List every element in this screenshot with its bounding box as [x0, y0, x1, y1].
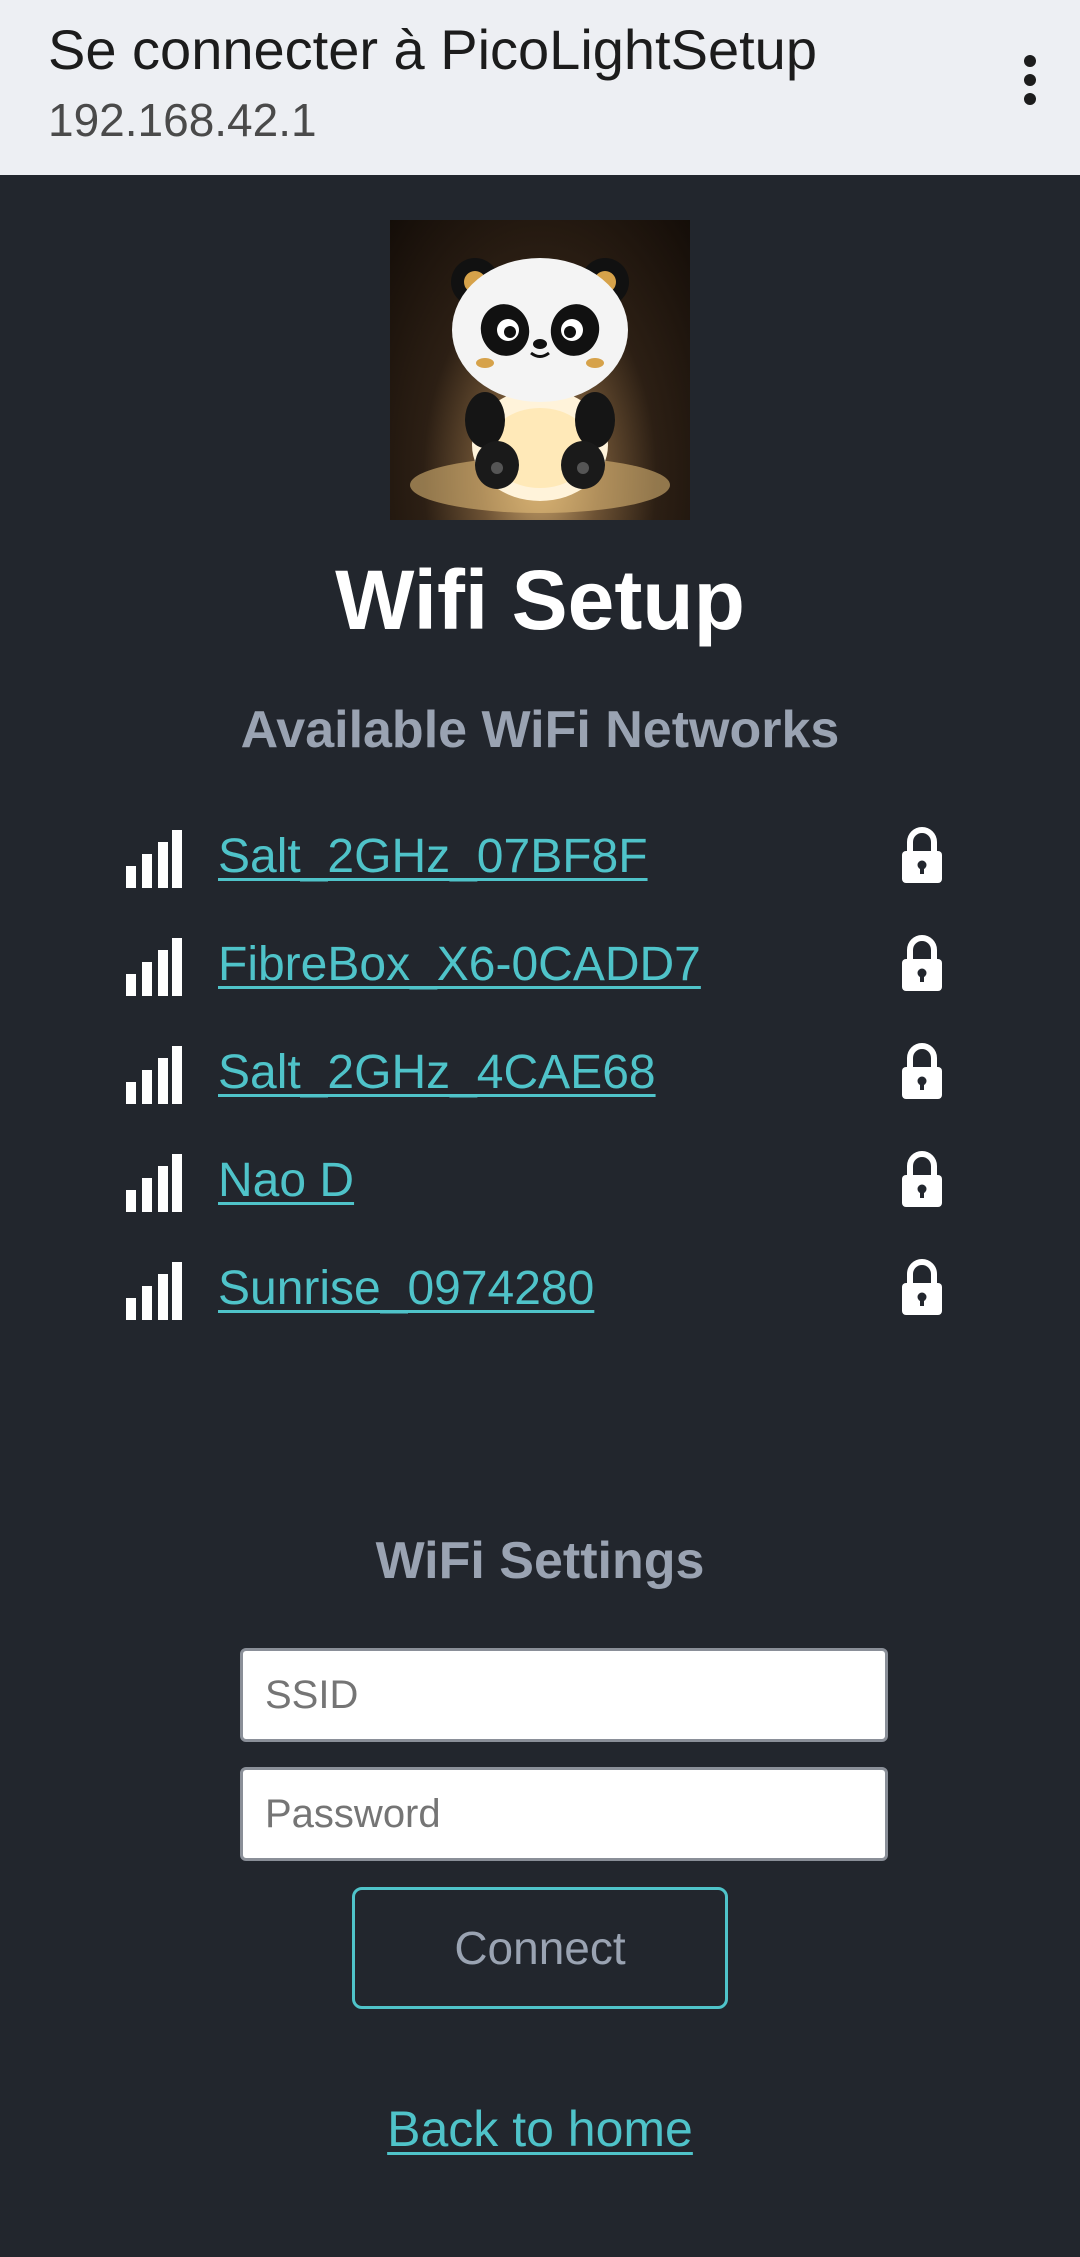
panda-lamp-logo — [390, 220, 690, 520]
network-item[interactable]: Salt_2GHz_07BF8F — [0, 805, 1080, 913]
network-link[interactable]: Nao D — [218, 1149, 354, 1213]
wifi-settings-heading: WiFi Settings — [375, 1532, 705, 1590]
network-link[interactable]: FibreBox_X6-0CADD7 — [218, 933, 701, 997]
signal-icon — [126, 1262, 182, 1320]
back-to-home-link[interactable]: Back to home — [387, 2101, 693, 2157]
network-item[interactable]: FibreBox_X6-0CADD7 — [0, 913, 1080, 1021]
lock-icon — [902, 935, 942, 991]
browser-url: 192.168.42.1 — [48, 94, 317, 146]
ssid-input[interactable] — [240, 1648, 888, 1742]
wifi-setup-page: Wifi Setup Available WiFi Networks Salt_… — [0, 175, 1080, 2257]
back-link-container: Back to home — [0, 2100, 1080, 2158]
more-vert-icon[interactable] — [998, 40, 1062, 120]
network-link[interactable]: Salt_2GHz_07BF8F — [218, 825, 648, 889]
lock-icon — [902, 827, 942, 883]
page-title: Wifi Setup — [335, 553, 745, 647]
lock-icon — [902, 1259, 942, 1315]
lock-icon — [902, 1151, 942, 1207]
network-link[interactable]: Sunrise_0974280 — [218, 1257, 594, 1321]
network-link[interactable]: Salt_2GHz_4CAE68 — [218, 1041, 656, 1105]
signal-icon — [126, 938, 182, 996]
password-input[interactable] — [240, 1767, 888, 1861]
signal-icon — [126, 1046, 182, 1104]
network-item[interactable]: Salt_2GHz_4CAE68 — [0, 1021, 1080, 1129]
available-networks-heading: Available WiFi Networks — [240, 701, 840, 759]
lock-icon — [902, 1043, 942, 1099]
network-item[interactable]: Nao D — [0, 1129, 1080, 1237]
network-item[interactable]: Sunrise_0974280 — [0, 1237, 1080, 1345]
signal-icon — [126, 1154, 182, 1212]
browser-top-bar: Se connecter à PicoLightSetup 192.168.42… — [0, 0, 1080, 175]
signal-icon — [126, 830, 182, 888]
connect-button[interactable]: Connect — [352, 1887, 728, 2009]
browser-title: Se connecter à PicoLightSetup — [48, 18, 817, 81]
